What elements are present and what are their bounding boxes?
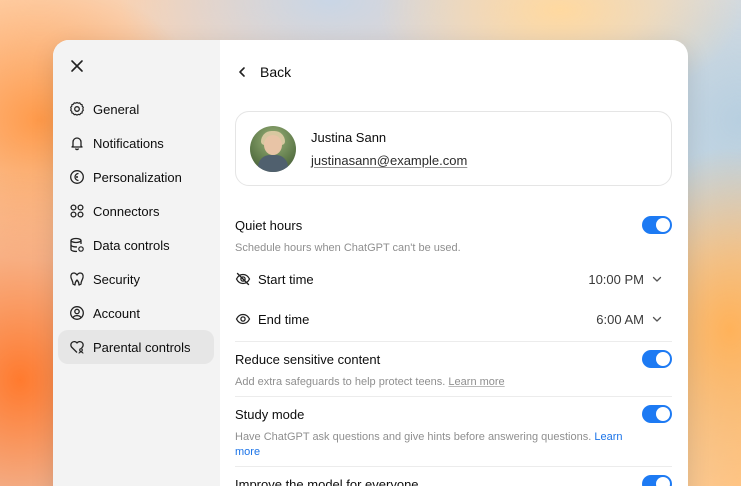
start-time-label: Start time [258,271,314,287]
reduce-sensitive-description: Add extra safeguards to help protect tee… [235,376,505,388]
start-time-value: 10:00 PM [588,271,644,287]
study-mode-row: Study mode Have ChatGPT ask questions an… [235,405,672,460]
database-icon [69,237,85,253]
profile-name: Justina Sann [311,129,387,145]
sidebar-item-label: Notifications [93,135,164,151]
parental-controls-icon [69,339,85,355]
end-time-label: End time [258,311,310,327]
improve-model-toggle[interactable] [642,475,672,486]
settings-dialog: General Notifications Personalization Co… [53,40,688,486]
quiet-hours-row: Quiet hours Schedule hours when ChatGPT … [235,216,672,256]
divider [235,466,672,467]
study-mode-title: Study mode [235,407,305,422]
sidebar-item-personalization[interactable]: Personalization [58,160,214,194]
shield-icon [69,271,85,287]
avatar [250,125,296,172]
learn-more-link[interactable]: Learn more [448,376,504,388]
gear-icon [69,101,85,117]
eye-icon [235,311,251,327]
sidebar-item-label: Connectors [93,203,160,219]
end-time-select[interactable]: 6:00 AM [596,312,662,327]
user-circle-icon [69,305,85,321]
chevron-down-icon [652,314,662,324]
connectors-icon [69,203,85,219]
reduce-sensitive-toggle[interactable] [642,350,672,368]
study-mode-toggle[interactable] [642,405,672,423]
quiet-hours-title: Quiet hours [235,218,303,233]
chevron-down-icon [652,274,662,284]
settings-nav: General Notifications Personalization Co… [58,92,214,364]
sidebar-item-security[interactable]: Security [58,262,214,296]
chevron-left-icon [236,65,250,79]
sidebar-item-parental-controls[interactable]: Parental controls [58,330,214,364]
divider [235,396,672,397]
personalization-icon [69,169,85,185]
study-mode-description: Have ChatGPT ask questions and give hint… [235,431,623,458]
back-button[interactable]: Back [236,64,291,80]
end-time-row: End time 6:00 AM [235,311,672,327]
settings-sidebar: General Notifications Personalization Co… [53,40,220,486]
sidebar-item-label: Data controls [93,237,170,253]
reduce-sensitive-title: Reduce sensitive content [235,352,381,367]
close-button[interactable] [67,56,87,76]
end-time-value: 6:00 AM [596,311,644,327]
divider [235,341,672,342]
start-time-select[interactable]: 10:00 PM [588,272,662,287]
profile-email[interactable]: justinasann@example.com [311,153,467,168]
eye-off-icon [235,271,251,287]
close-icon [71,60,83,72]
sidebar-item-general[interactable]: General [58,92,214,126]
sidebar-item-label: Account [93,305,140,321]
profile-card: Justina Sann justinasann@example.com [235,111,672,186]
sidebar-item-notifications[interactable]: Notifications [58,126,214,160]
sidebar-item-label: Security [93,271,140,287]
sidebar-item-label: Personalization [93,169,182,185]
bell-icon [69,135,85,151]
sidebar-item-account[interactable]: Account [58,296,214,330]
improve-model-row: Improve the model for everyone [235,475,672,486]
sidebar-item-connectors[interactable]: Connectors [58,194,214,228]
sidebar-item-data-controls[interactable]: Data controls [58,228,214,262]
settings-content: Back Justina Sann justinasann@example.co… [220,40,688,486]
sidebar-item-label: Parental controls [93,339,191,355]
back-label: Back [260,64,292,80]
start-time-row: Start time 10:00 PM [235,271,672,287]
sidebar-item-label: General [93,101,140,117]
quiet-hours-toggle[interactable] [642,216,672,234]
improve-model-title: Improve the model for everyone [235,477,419,486]
reduce-sensitive-row: Reduce sensitive content Add extra safeg… [235,350,672,390]
quiet-hours-description: Schedule hours when ChatGPT can't be use… [235,242,461,254]
